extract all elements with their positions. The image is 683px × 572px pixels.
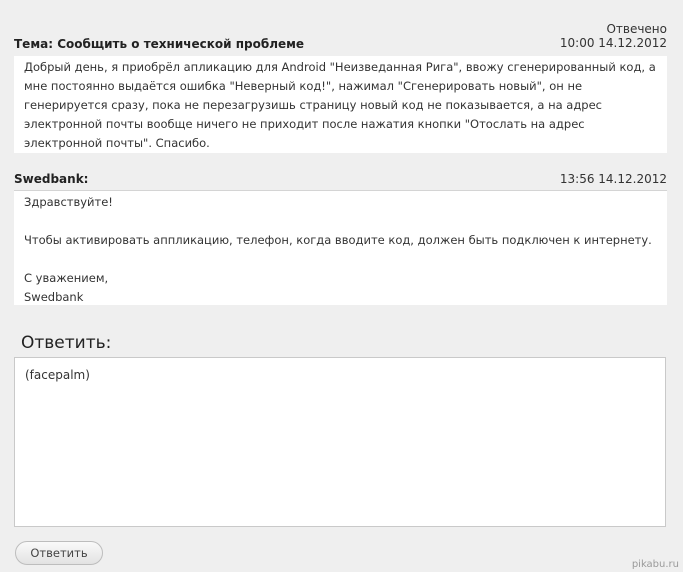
ticket-status: Отвечено	[606, 22, 667, 36]
ticket-datetime: 10:00 14.12.2012	[559, 36, 667, 50]
watermark: pikabu.ru	[631, 559, 679, 570]
reply-greeting: Здравствуйте!	[24, 195, 113, 209]
reply-author: Swedbank:	[14, 172, 89, 186]
ticket-message-body: Добрый день, я приобрёл апликацию для An…	[24, 60, 656, 150]
ticket-status-block: Отвечено 10:00 14.12.2012	[560, 22, 667, 50]
answer-heading: Ответить:	[21, 333, 112, 353]
reply-textarea[interactable]: (facepalm)	[14, 357, 666, 527]
reply-signature: Swedbank	[24, 290, 84, 304]
reply-message: Здравствуйте! Чтобы активировать апплика…	[14, 190, 667, 305]
reply-datetime: 13:56 14.12.2012	[559, 172, 667, 186]
ticket-message: Добрый день, я приобрёл апликацию для An…	[14, 56, 667, 153]
reply-closing: С уважением,	[24, 271, 109, 285]
submit-reply-button[interactable]: Ответить	[15, 541, 103, 565]
reply-body: Чтобы активировать аппликацию, телефон, …	[24, 233, 652, 247]
